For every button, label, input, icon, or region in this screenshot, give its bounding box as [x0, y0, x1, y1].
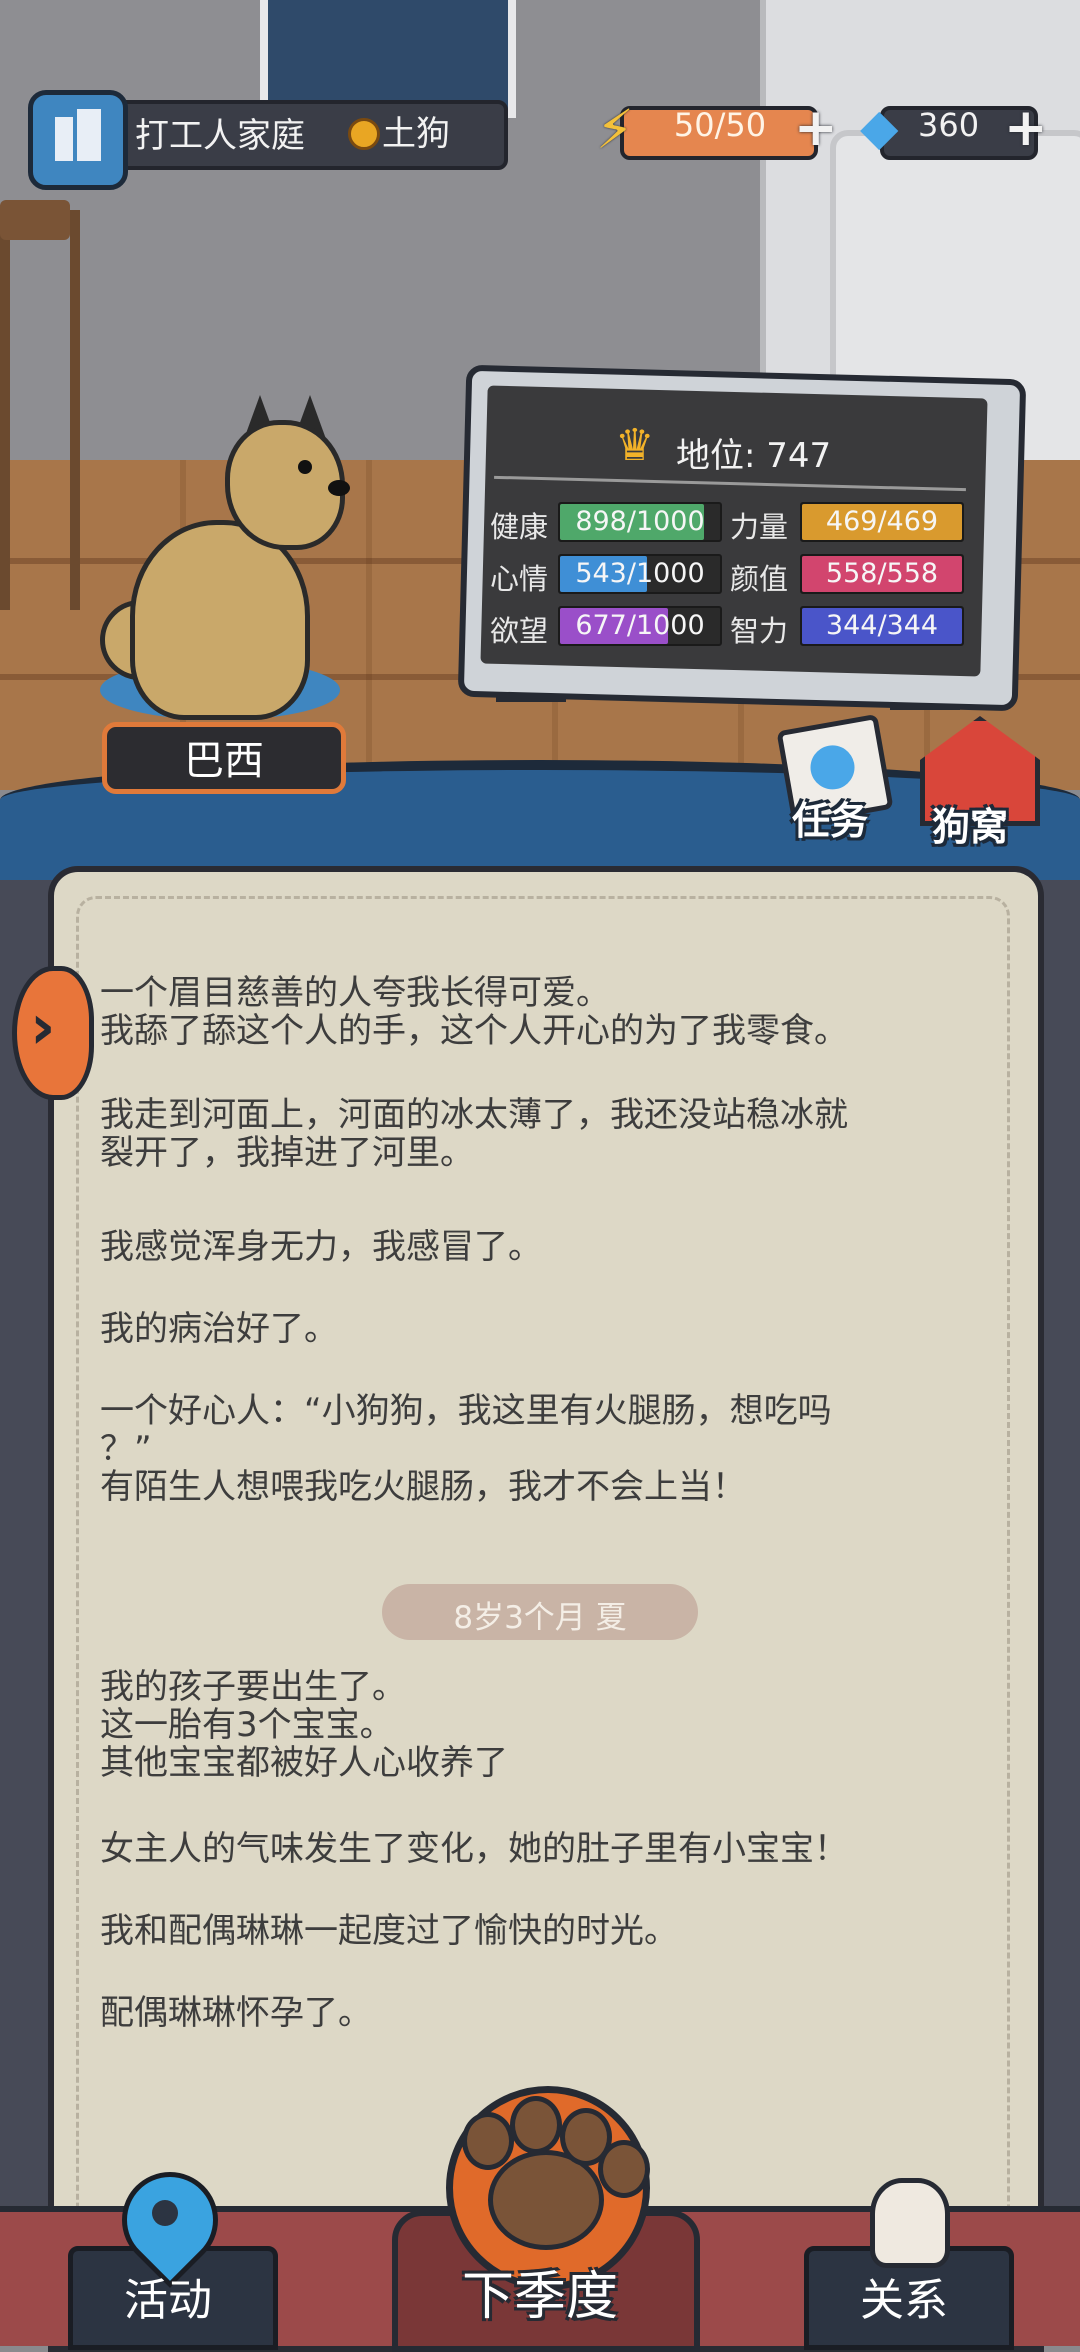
- stat-bar: 469/469: [800, 502, 964, 542]
- stat-bar: 543/1000: [558, 554, 722, 594]
- stat-bar: 898/1000: [558, 502, 722, 542]
- kennel-button-label[interactable]: 狗窝: [932, 796, 1008, 851]
- paw-toe: [510, 2096, 562, 2154]
- next-season-label[interactable]: 下季度: [392, 2254, 688, 2329]
- stat-value: 677/1000: [575, 610, 705, 641]
- energy-value: 50/50: [673, 106, 767, 144]
- log-entry: 我的孩子要出生了。 这一胎有3个宝宝。 其他宝宝都被好人心收养了: [100, 1667, 508, 1783]
- log-entry: 配偶琳琳怀孕了。: [100, 1993, 372, 2033]
- stat-bar: 677/1000: [558, 606, 722, 646]
- paw-toe: [462, 2112, 514, 2170]
- stat-bar: 558/558: [800, 554, 964, 594]
- log-entry: 女主人的气味发生了变化，她的肚子里有小宝宝！: [100, 1829, 848, 1869]
- stat-label: 力量: [730, 510, 789, 544]
- age-season-label: 8岁3个月 夏: [453, 1600, 627, 1636]
- activity-label[interactable]: 活动: [88, 2264, 248, 2328]
- stat-label: 智力: [730, 614, 789, 648]
- dog-body[interactable]: [130, 520, 310, 720]
- stat-value: 344/344: [825, 610, 939, 641]
- stat-value: 543/1000: [575, 558, 705, 589]
- dog-name: 巴西: [184, 738, 264, 784]
- family-name: 打工人家庭: [135, 116, 305, 156]
- stat-label: 健康: [490, 510, 549, 544]
- diamond-icon: ◆: [860, 98, 899, 156]
- dog-eye: [298, 460, 312, 474]
- status-score: 地位: 747: [676, 436, 832, 476]
- stat-bar: 344/344: [800, 606, 964, 646]
- log-entry: 我和配偶琳琳一起度过了愉快的时光。: [100, 1911, 678, 1951]
- chevron-right-icon: ›: [30, 990, 56, 1063]
- log-entry: 我的病治好了。: [100, 1309, 338, 1349]
- rank-title: 土狗: [382, 114, 450, 154]
- stat-value: 898/1000: [575, 506, 705, 537]
- map-pin-dot: [152, 2200, 178, 2226]
- log-entry: 我感觉浑身无力，我感冒了。: [100, 1227, 542, 1267]
- stat-label: 心情: [490, 562, 549, 596]
- stool-seat: [0, 200, 70, 240]
- dog-head[interactable]: [225, 420, 345, 550]
- relation-label[interactable]: 关系: [824, 2264, 984, 2328]
- crown-icon: ♛: [615, 420, 655, 471]
- medal-icon: [348, 118, 380, 150]
- building-icon[interactable]: [28, 90, 128, 190]
- log-entry: 我走到河面上，河面的冰太薄了，我还没站稳冰就 裂开了，我掉进了河里。: [100, 1095, 848, 1173]
- log-entry: 一个好心人：“小狗狗，我这里有火腿肠，想吃吗 ？” 有陌生人想喂我吃火腿肠，我才…: [100, 1391, 832, 1507]
- stat-label: 颜值: [730, 562, 789, 596]
- lightning-bolt-icon: ⚡: [596, 98, 634, 161]
- stat-value: 558/558: [825, 558, 939, 589]
- add-energy-button[interactable]: +: [794, 98, 838, 158]
- add-gems-button[interactable]: +: [1004, 98, 1048, 158]
- task-button-label[interactable]: 任务: [792, 790, 868, 845]
- dog-nose: [328, 480, 350, 496]
- handshake-icon[interactable]: [870, 2178, 950, 2268]
- paw-toe: [598, 2140, 650, 2198]
- stool-legs: [0, 210, 80, 610]
- gem-count: 360: [918, 106, 980, 144]
- log-entry: 一个眉目慈善的人夸我长得可爱。 我舔了舔这个人的手，这个人开心的为了我零食。: [100, 973, 848, 1051]
- stat-label: 欲望: [490, 614, 549, 648]
- stat-value: 469/469: [825, 506, 939, 537]
